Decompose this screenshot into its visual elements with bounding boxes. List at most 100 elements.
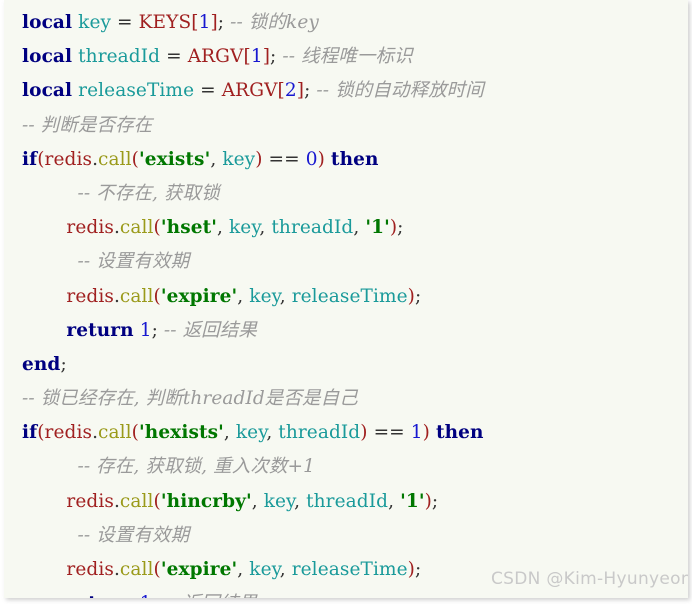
code-token: redis xyxy=(66,559,114,580)
code-line: -- 设置有效期 xyxy=(4,245,688,279)
code-token: 1 xyxy=(410,422,423,444)
code-token: = xyxy=(117,12,133,33)
code-token: key xyxy=(222,148,256,170)
code-token: -- 返回结果 xyxy=(163,319,257,341)
code-token: -- 设置有效期 xyxy=(77,251,190,273)
code-token: -- 判断是否存在 xyxy=(22,114,153,136)
code-token: -- 锁的key xyxy=(230,12,319,33)
code-line: -- 不存在, 获取锁 xyxy=(4,177,688,211)
code-token: key xyxy=(235,422,267,444)
code-token: then xyxy=(330,148,379,170)
code-token: = xyxy=(200,80,216,102)
code-token: ( xyxy=(153,285,161,307)
code-token: releaseTime xyxy=(78,80,195,102)
code-line: redis.call('expire', key, releaseTime); xyxy=(4,280,688,314)
code-token: key xyxy=(78,12,112,33)
code-token: ARGV xyxy=(221,80,278,102)
code-token: ( xyxy=(37,148,45,170)
code-token: -- 线程唯一标识 xyxy=(282,46,413,68)
code-token: return xyxy=(66,593,133,598)
code-token: ) xyxy=(255,148,263,170)
code-token: ) xyxy=(407,559,415,580)
code-line: if(redis.call('hexists', key, threadId) … xyxy=(4,416,688,450)
code-token: local xyxy=(22,12,73,33)
code-token: 1 xyxy=(198,12,211,33)
code-token: ( xyxy=(131,422,139,444)
code-token: KEYS xyxy=(138,12,192,33)
code-token: ] xyxy=(210,12,218,33)
code-token: call xyxy=(119,490,154,512)
code-token: 0 xyxy=(305,148,318,170)
code-token: ( xyxy=(131,148,139,170)
code-line: if(redis.call('exists', key) == 0) then xyxy=(4,143,688,177)
code-token: call xyxy=(119,559,154,580)
code-token: [ xyxy=(243,46,251,68)
code-token: ) xyxy=(360,422,368,444)
code-line: local threadId = ARGV[1]; -- 线程唯一标识 xyxy=(4,40,688,74)
code-line: redis.call('hset', key, threadId, '1'); xyxy=(4,211,688,245)
code-token: -- 返回结果 xyxy=(164,593,257,598)
code-token: hset xyxy=(166,217,212,239)
code-line: redis.call('expire', key, releaseTime); xyxy=(4,553,688,587)
code-token: -- 设置有效期 xyxy=(77,524,190,546)
code-token: ) xyxy=(317,148,325,170)
code-token: local xyxy=(22,80,73,102)
code-token: [ xyxy=(277,80,285,102)
code-token: ( xyxy=(37,422,45,444)
code-token: -- 存在, 获取锁, 重入次数+1 xyxy=(77,456,315,478)
code-line: -- 存在, 获取锁, 重入次数+1 xyxy=(4,450,688,484)
code-block[interactable]: local key = KEYS[1]; -- 锁的key local threa… xyxy=(4,6,688,598)
code-token: ; xyxy=(415,285,422,307)
code-token: local xyxy=(22,46,73,68)
code-token: if xyxy=(22,422,38,444)
code-token: ) xyxy=(422,422,430,444)
code-token: call xyxy=(98,148,132,170)
code-line: end; xyxy=(4,348,688,382)
code-token: 1 xyxy=(371,217,385,239)
code-token: == xyxy=(268,148,300,170)
code-token: == xyxy=(373,422,405,444)
code-token: ) xyxy=(407,285,415,307)
code-token: releaseTime xyxy=(291,559,408,580)
code-token: 1 xyxy=(250,46,263,68)
code-token: ( xyxy=(153,490,161,512)
code-token: redis xyxy=(44,422,93,444)
code-line: return 1; -- 返回结果 xyxy=(4,587,688,598)
code-token: if xyxy=(22,148,38,170)
code-token: exists xyxy=(144,148,205,170)
code-line: local releaseTime = ARGV[2]; -- 锁的自动释放时间 xyxy=(4,74,688,108)
code-line: -- 判断是否存在 xyxy=(4,109,688,143)
code-token: call xyxy=(119,285,154,307)
code-token: ; xyxy=(415,559,422,580)
code-token: 1 xyxy=(140,593,152,598)
code-token: then xyxy=(435,422,484,444)
code-line: local key = KEYS[1]; -- 锁的key xyxy=(4,6,688,40)
code-token: redis xyxy=(44,148,93,170)
code-token: ARGV xyxy=(187,46,244,68)
code-token: call xyxy=(119,217,154,239)
code-token: threadId xyxy=(278,422,361,444)
code-token: threadId xyxy=(271,217,354,239)
code-token: ; xyxy=(60,353,67,375)
code-token: return xyxy=(66,319,134,341)
code-token: expire xyxy=(166,559,232,580)
code-token: = xyxy=(166,46,182,68)
code-line: redis.call('hincrby', key, threadId, '1'… xyxy=(4,485,688,519)
code-token: ( xyxy=(153,559,161,580)
code-token: end xyxy=(22,353,61,375)
code-token: hexists xyxy=(144,422,219,444)
code-token: key xyxy=(249,285,280,307)
code-token: 1 xyxy=(139,319,152,341)
code-token: redis xyxy=(66,285,114,307)
code-token: call xyxy=(98,422,132,444)
code-token: ] xyxy=(262,46,271,68)
code-line: -- 锁已经存在, 判断threadId是否是自己 xyxy=(4,382,688,416)
code-token: -- 锁已经存在, 判断threadId是否是自己 xyxy=(22,388,358,410)
code-token: ) xyxy=(424,490,432,512)
code-token: -- 不存在, 获取锁 xyxy=(77,182,220,204)
code-token: key xyxy=(228,217,260,239)
code-token: threadId xyxy=(306,490,389,512)
code-token: [ xyxy=(191,12,199,33)
code-token: key xyxy=(263,490,295,512)
code-snippet-card: local key = KEYS[1]; -- 锁的key local threa… xyxy=(4,0,688,598)
